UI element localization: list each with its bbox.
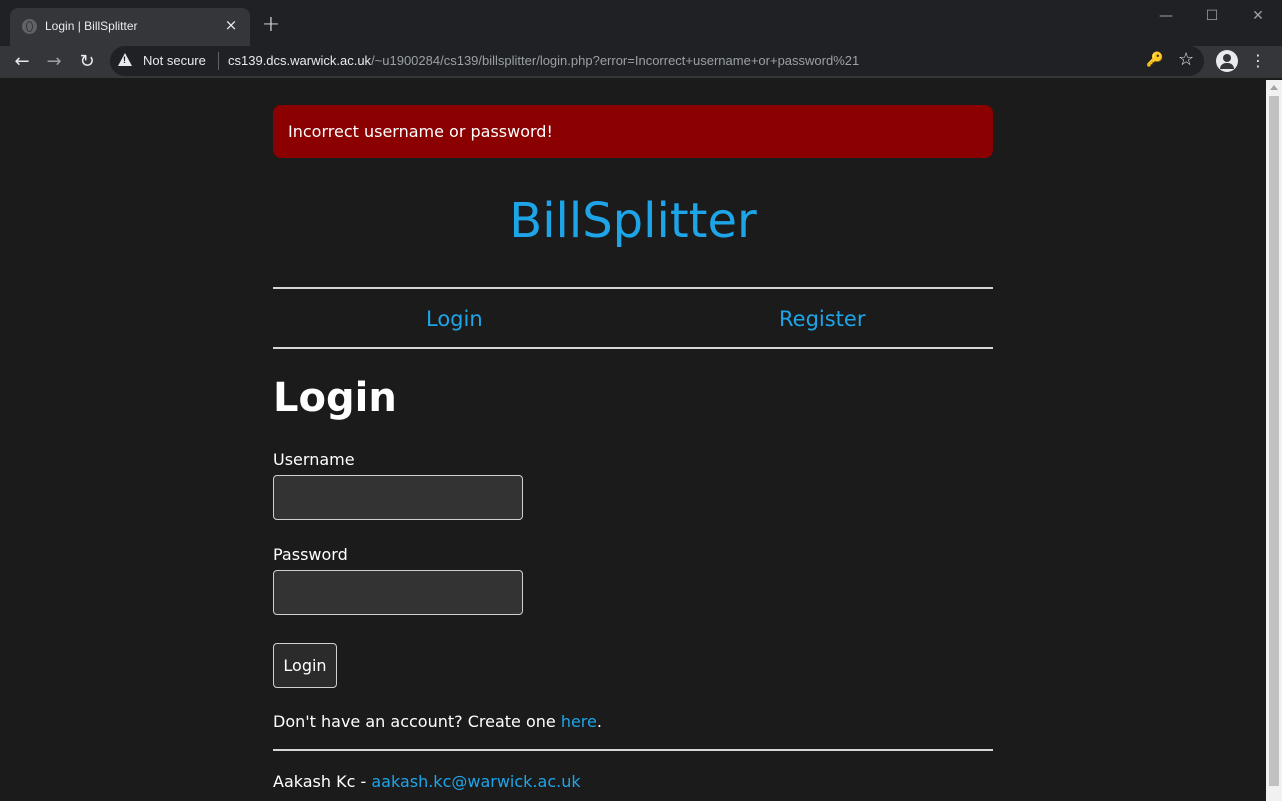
browser-toolbar: ← → ↻ Not secure cs139.dcs.warwick.ac.uk…: [0, 46, 1282, 78]
footer: Aakash Kc - aakash.kc@warwick.ac.uk: [273, 772, 581, 791]
nav-top-divider: [273, 287, 993, 289]
password-input[interactable]: [273, 570, 523, 615]
url-host: cs139.dcs.warwick.ac.uk: [228, 53, 372, 68]
page-scrollbar[interactable]: [1266, 80, 1282, 801]
warning-icon[interactable]: [118, 53, 132, 66]
footer-author: Aakash Kc -: [273, 772, 372, 791]
address-separator: [218, 52, 219, 70]
signup-prompt: Don't have an account? Create one here.: [273, 712, 602, 731]
error-alert: Incorrect username or password!: [273, 105, 993, 158]
back-icon[interactable]: ←: [9, 49, 35, 75]
url-path: /~u1900284/cs139/billsplitter/login.php?…: [371, 53, 860, 68]
window-close-icon[interactable]: ✕: [1246, 6, 1270, 26]
tab-title: Login | BillSplitter: [45, 19, 138, 33]
globe-icon: [22, 19, 37, 34]
login-button[interactable]: Login: [273, 643, 337, 688]
url-text[interactable]: cs139.dcs.warwick.ac.uk/~u1900284/cs139/…: [228, 53, 859, 68]
footer-email-link[interactable]: aakash.kc@warwick.ac.uk: [371, 772, 580, 791]
reload-icon[interactable]: ↻: [74, 49, 100, 75]
site-title: BillSplitter: [509, 193, 757, 249]
footer-divider: [273, 749, 993, 751]
minimize-icon[interactable]: —: [1154, 6, 1178, 26]
error-message: Incorrect username or password!: [288, 122, 553, 141]
username-label: Username: [273, 450, 355, 469]
star-icon[interactable]: ☆: [1178, 49, 1194, 70]
signup-prefix: Don't have an account? Create one: [273, 712, 561, 731]
browser-titlebar: Login | BillSplitter × + — ☐ ✕: [0, 0, 1282, 46]
nav-login-link[interactable]: Login: [426, 307, 483, 331]
page-viewport: Incorrect username or password! BillSpli…: [0, 80, 1266, 801]
tab-close-icon[interactable]: ×: [222, 16, 240, 34]
forward-icon[interactable]: →: [41, 49, 67, 75]
page-title: Login: [273, 375, 397, 421]
profile-icon[interactable]: [1216, 50, 1238, 72]
maximize-icon[interactable]: ☐: [1200, 6, 1224, 26]
security-label[interactable]: Not secure: [143, 53, 206, 68]
new-tab-button[interactable]: +: [260, 14, 282, 36]
username-input[interactable]: [273, 475, 523, 520]
nav-register-link[interactable]: Register: [779, 307, 865, 331]
password-label: Password: [273, 545, 348, 564]
browser-tab[interactable]: Login | BillSplitter ×: [10, 8, 250, 46]
signup-link[interactable]: here: [561, 712, 597, 731]
scroll-thumb[interactable]: [1269, 96, 1279, 786]
address-bar[interactable]: Not secure cs139.dcs.warwick.ac.uk/~u190…: [110, 46, 1204, 76]
scroll-up-icon[interactable]: [1270, 85, 1278, 90]
signup-suffix: .: [596, 712, 602, 731]
key-icon[interactable]: 🔑: [1146, 52, 1163, 68]
menu-icon[interactable]: ⋮: [1250, 50, 1266, 72]
nav-bottom-divider: [273, 347, 993, 349]
